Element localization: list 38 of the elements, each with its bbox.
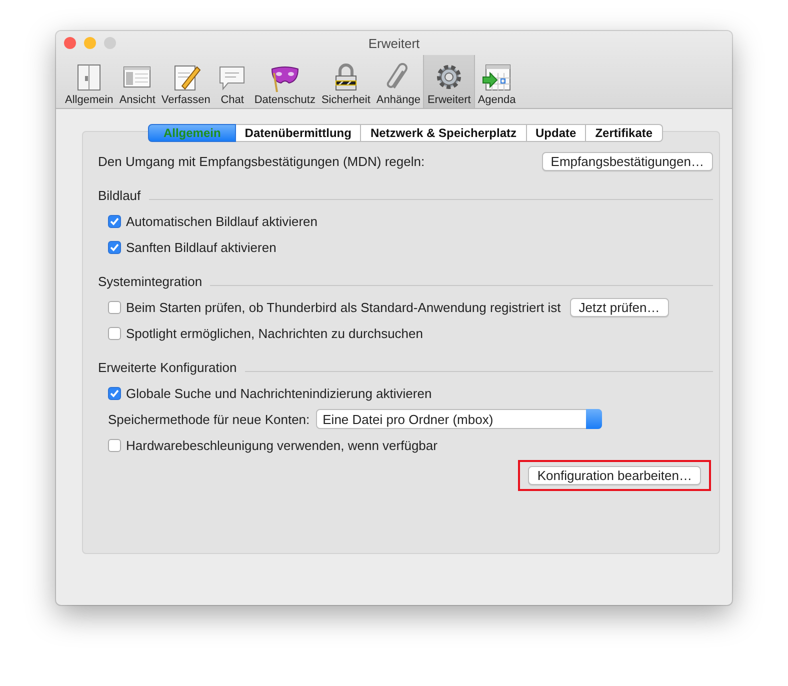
checkbox[interactable] <box>108 214 121 228</box>
minimize-button[interactable] <box>84 37 96 49</box>
tab[interactable]: Update <box>526 124 586 142</box>
checkbox[interactable] <box>108 386 121 400</box>
checkbox-label: Globale Suche und Nachrichtenindizierung aktivieren <box>126 386 432 400</box>
checkbox[interactable] <box>108 326 121 340</box>
close-button[interactable] <box>64 37 76 49</box>
checkbox-label: Sanften Bildlauf aktivieren <box>126 240 276 254</box>
toolbar-button[interactable]: Erweitert <box>423 55 475 108</box>
zoom-button[interactable] <box>104 37 116 49</box>
toolbar-button[interactable]: Agenda <box>474 55 519 108</box>
storage-dropdown[interactable]: Eine Datei pro Ordner (mbox) <box>316 409 602 429</box>
checkbox[interactable] <box>108 240 121 254</box>
receipts-button[interactable]: Empfangsbestätigungen… <box>542 152 713 170</box>
window-title: Erweitert <box>368 36 420 50</box>
checkbox[interactable] <box>108 438 121 452</box>
setting-label: Speichermethode für neue Konten: <box>108 412 310 426</box>
toolbar-button[interactable]: Chat <box>213 55 252 108</box>
toolbar-button[interactable]: Ansicht <box>116 55 158 108</box>
toolbar-button[interactable]: Verfassen <box>158 55 214 108</box>
toolbar-button[interactable]: Datenschutz <box>251 55 318 108</box>
toolbar-button[interactable]: Allgemein <box>62 55 116 108</box>
check-now-button[interactable]: Jetzt prüfen… <box>570 298 669 316</box>
section-title: Erweiterte Konfiguration <box>98 360 237 374</box>
checkbox-label: Automatischen Bildlauf aktivieren <box>126 214 318 228</box>
checkbox-label: Hardwarebeschleunigung verwenden, wenn verfügbar <box>126 438 438 452</box>
tab[interactable]: Zertifikate <box>586 124 663 142</box>
toolbar-button[interactable]: Sicherheit <box>318 55 374 108</box>
toolbar-button[interactable]: Anhänge <box>373 55 424 108</box>
checkbox[interactable] <box>108 300 121 314</box>
tab[interactable]: Netzwerk & Speicherplatz <box>361 124 527 142</box>
section-title: Bildlauf <box>98 188 141 202</box>
checkbox-label: Spotlight ermöglichen, Nachrichten zu durchsuchen <box>126 326 424 340</box>
tab[interactable]: Datenübermittlung <box>236 124 362 142</box>
edit-config-button[interactable]: Konfiguration bearbeiten… <box>528 466 701 485</box>
section-title: Systemintegration <box>98 274 202 288</box>
checkbox-label: Beim Starten prüfen, ob Thunderbird als Standard-Anwendung registriert ist <box>126 300 561 314</box>
setting-label: Den Umgang mit Empfangsbestätigungen (MDN) regeln: <box>98 154 425 168</box>
